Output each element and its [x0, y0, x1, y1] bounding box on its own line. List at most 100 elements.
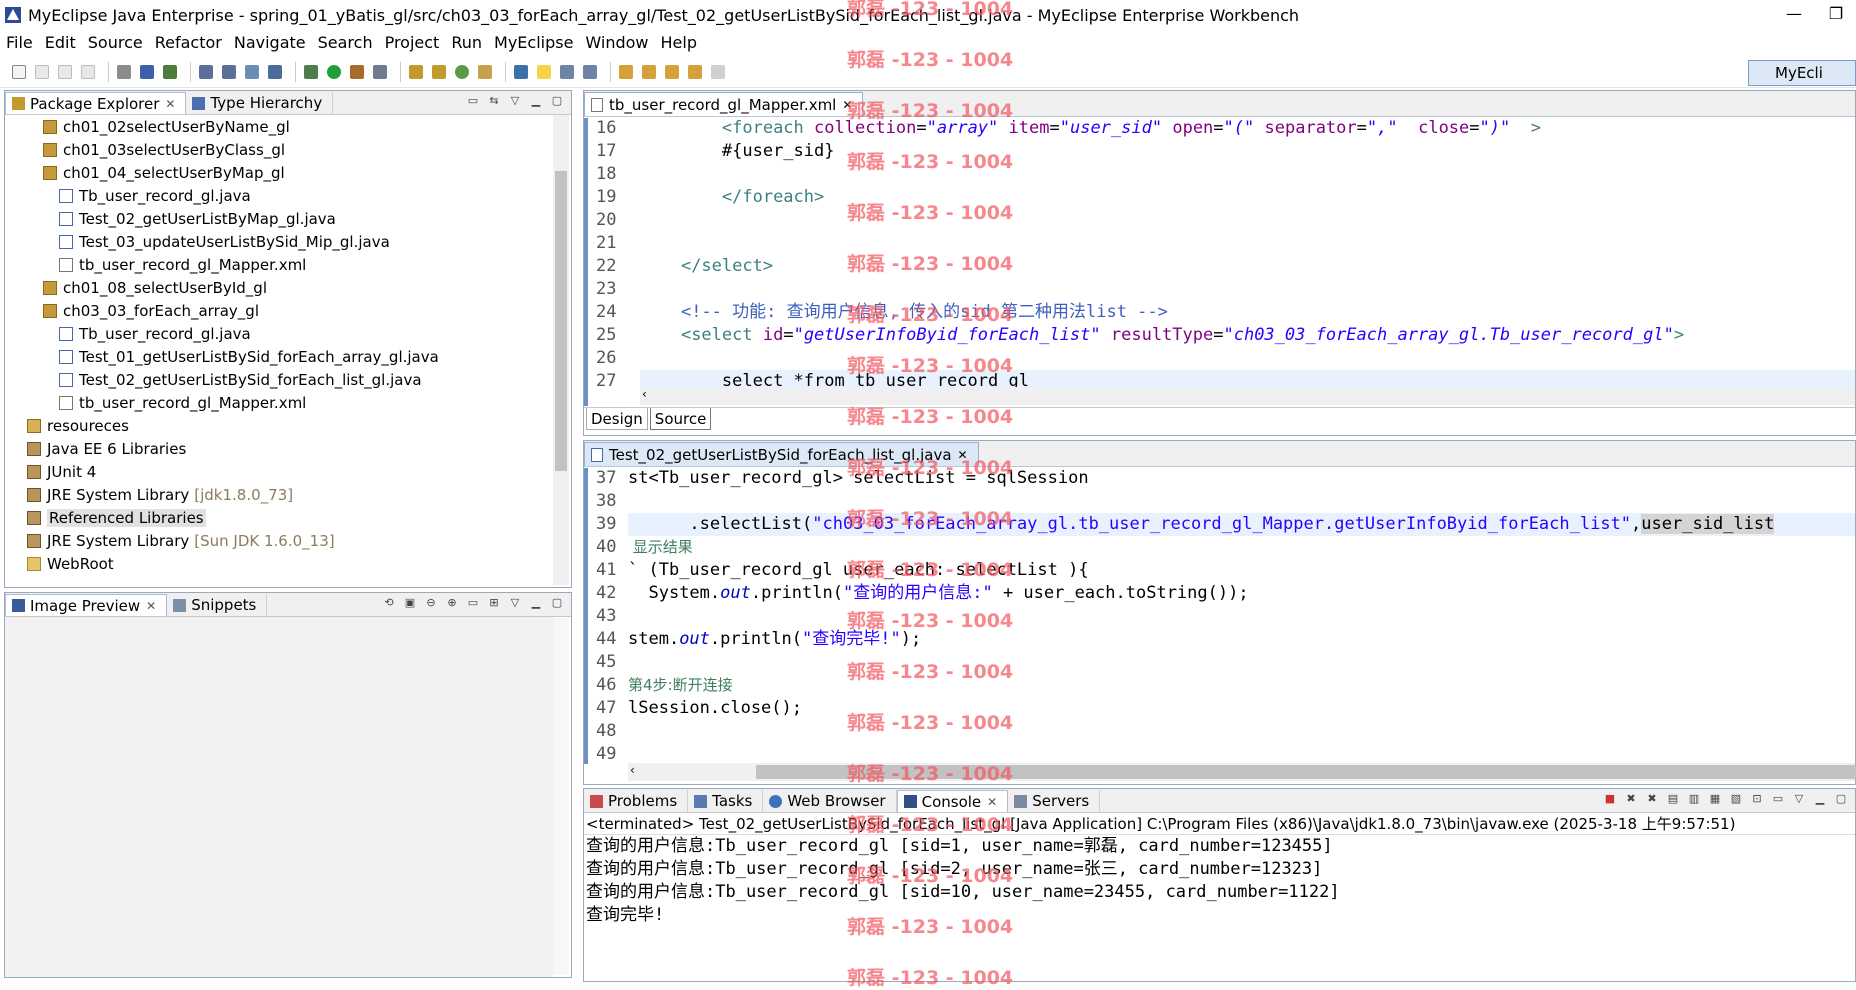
- tree-item[interactable]: ch01_03selectUserByClass_gl: [5, 138, 571, 161]
- tab-image-preview[interactable]: Image Preview ✕: [5, 594, 168, 616]
- menu-file[interactable]: File: [6, 33, 33, 52]
- tree-item[interactable]: ch01_04_selectUserByMap_gl: [5, 161, 571, 184]
- tab-console[interactable]: Console ✕: [896, 790, 1009, 812]
- new-java-project-icon[interactable]: [409, 64, 423, 79]
- tab-tasks[interactable]: Tasks: [688, 790, 764, 812]
- tab-type-hierarchy[interactable]: Type Hierarchy: [186, 92, 334, 114]
- last-edit-icon[interactable]: [665, 64, 679, 79]
- perspective-myeclipse[interactable]: MyEcli: [1748, 60, 1856, 86]
- pin-icon[interactable]: ⊡: [1749, 792, 1765, 808]
- menu-run[interactable]: Run: [451, 33, 482, 52]
- tree-item[interactable]: Tb_user_record_gl.java: [5, 184, 571, 207]
- view-menu-icon[interactable]: ▽: [507, 94, 523, 110]
- menu-help[interactable]: Help: [661, 33, 697, 52]
- close-icon[interactable]: ✕: [842, 98, 852, 112]
- debug-server-icon[interactable]: [199, 64, 213, 79]
- maximize-icon[interactable]: ▢: [1833, 792, 1849, 808]
- scroll-thumb[interactable]: [756, 765, 1856, 779]
- zoom-fit-icon[interactable]: ⊞: [486, 596, 502, 612]
- search-icon[interactable]: [514, 64, 528, 79]
- show-on-output-icon[interactable]: ▧: [1728, 792, 1744, 808]
- open-console-icon[interactable]: ▭: [1770, 792, 1786, 808]
- minimize-icon[interactable]: ▁: [1812, 792, 1828, 808]
- zoom-in-icon[interactable]: ⊕: [444, 596, 460, 612]
- open-type-icon[interactable]: [163, 64, 177, 79]
- block-selection-icon[interactable]: [583, 64, 597, 79]
- menu-search[interactable]: Search: [318, 33, 373, 52]
- clear-console-icon[interactable]: ▤: [1665, 792, 1681, 808]
- tab-source[interactable]: Source: [649, 408, 712, 430]
- new-class-icon[interactable]: [455, 64, 469, 79]
- profile-icon[interactable]: [222, 64, 236, 79]
- tree-item[interactable]: Test_03_updateUserListBySid_Mip_gl.java: [5, 230, 571, 253]
- remove-launch-icon[interactable]: ✖: [1623, 792, 1639, 808]
- previous-annotation-icon[interactable]: [642, 64, 656, 79]
- tree-item[interactable]: Tb_user_record_gl.java: [5, 322, 571, 345]
- close-icon[interactable]: ✕: [958, 448, 968, 462]
- java-code-area[interactable]: st<Tb_user_record_gl> selectList = sqlSe…: [628, 467, 1855, 763]
- debug-icon[interactable]: [304, 64, 318, 79]
- tree-item[interactable]: Referenced Libraries: [5, 506, 571, 529]
- scroll-left-icon[interactable]: ‹: [642, 387, 647, 401]
- menu-source[interactable]: Source: [88, 33, 143, 52]
- tree-item[interactable]: tb_user_record_gl_Mapper.xml: [5, 391, 571, 414]
- open-folder-icon[interactable]: [478, 64, 492, 79]
- menu-window[interactable]: Window: [585, 33, 648, 52]
- maximize-icon[interactable]: ▢: [549, 94, 565, 110]
- link-editor-icon[interactable]: ⇆: [486, 94, 502, 110]
- coverage-icon[interactable]: [373, 64, 387, 79]
- terminate-icon[interactable]: ■: [1602, 792, 1618, 808]
- zoom-out-icon[interactable]: ⊖: [423, 596, 439, 612]
- menu-project[interactable]: Project: [385, 33, 440, 52]
- tree-item[interactable]: Test_01_getUserListBySid_forEach_array_g…: [5, 345, 571, 368]
- toggle-mark-icon[interactable]: [560, 64, 574, 79]
- web-service-icon[interactable]: [245, 64, 259, 79]
- refresh-icon[interactable]: ⟲: [381, 596, 397, 612]
- restore-button[interactable]: ❐: [1816, 2, 1856, 26]
- scroll-left-icon[interactable]: ‹: [630, 763, 635, 777]
- menu-edit[interactable]: Edit: [45, 33, 76, 52]
- deploy-icon[interactable]: [117, 64, 131, 79]
- server-icon[interactable]: [140, 64, 154, 79]
- view-menu-icon[interactable]: ▽: [507, 596, 523, 612]
- xml-code-area[interactable]: <foreach collection="array" item="user_s…: [640, 117, 1855, 387]
- maximize-icon[interactable]: ▢: [549, 596, 565, 612]
- view-menu-icon[interactable]: ▽: [1791, 792, 1807, 808]
- highlight-icon[interactable]: [537, 64, 551, 79]
- tree-item[interactable]: ch03_03_forEach_array_gl: [5, 299, 571, 322]
- tab-java-file[interactable]: Test_02_getUserListBySid_forEach_list_gl…: [584, 442, 979, 466]
- word-wrap-icon[interactable]: ▦: [1707, 792, 1723, 808]
- collapse-all-icon[interactable]: ▭: [465, 94, 481, 110]
- tree-item[interactable]: ch01_08_selectUserById_gl: [5, 276, 571, 299]
- forward-icon[interactable]: [711, 64, 725, 79]
- scroll-lock-icon[interactable]: ▥: [1686, 792, 1702, 808]
- menu-myeclipse[interactable]: MyEclipse: [494, 33, 573, 52]
- menu-navigate[interactable]: Navigate: [234, 33, 306, 52]
- next-annotation-icon[interactable]: [619, 64, 633, 79]
- tree-item[interactable]: Test_02_getUserListByMap_gl.java: [5, 207, 571, 230]
- remove-all-icon[interactable]: ✖: [1644, 792, 1660, 808]
- tab-package-explorer[interactable]: Package Explorer ✕: [5, 92, 187, 114]
- tab-mapper-xml[interactable]: tb_user_record_gl_Mapper.xml ✕: [584, 92, 864, 116]
- tab-snippets[interactable]: Snippets: [167, 594, 268, 616]
- close-icon[interactable]: ✕: [987, 795, 997, 809]
- save-all-icon[interactable]: [58, 64, 72, 79]
- minimize-icon[interactable]: ▁: [528, 596, 544, 612]
- package-tree-scrollbar[interactable]: [553, 115, 569, 585]
- tree-item[interactable]: ch01_02selectUserByName_gl: [5, 115, 571, 138]
- back-icon[interactable]: [688, 64, 702, 79]
- tree-item[interactable]: resoureces: [5, 414, 571, 437]
- tree-item[interactable]: tb_user_record_gl_Mapper.xml: [5, 253, 571, 276]
- tree-item[interactable]: Java EE 6 Libraries: [5, 437, 571, 460]
- tree-item[interactable]: WebRoot: [5, 552, 571, 575]
- scroll-thumb[interactable]: [555, 171, 567, 471]
- menu-refactor[interactable]: Refactor: [155, 33, 222, 52]
- tree-item[interactable]: JUnit 4: [5, 460, 571, 483]
- save-icon[interactable]: [35, 64, 49, 79]
- image-preview-scrollbar[interactable]: [553, 617, 569, 975]
- tab-servers[interactable]: Servers: [1008, 790, 1101, 812]
- tab-design[interactable]: Design: [586, 408, 648, 430]
- xml-horizontal-scrollbar[interactable]: ‹: [640, 387, 1855, 405]
- close-icon[interactable]: ✕: [146, 599, 156, 613]
- tree-item[interactable]: Test_02_getUserListBySid_forEach_list_gl…: [5, 368, 571, 391]
